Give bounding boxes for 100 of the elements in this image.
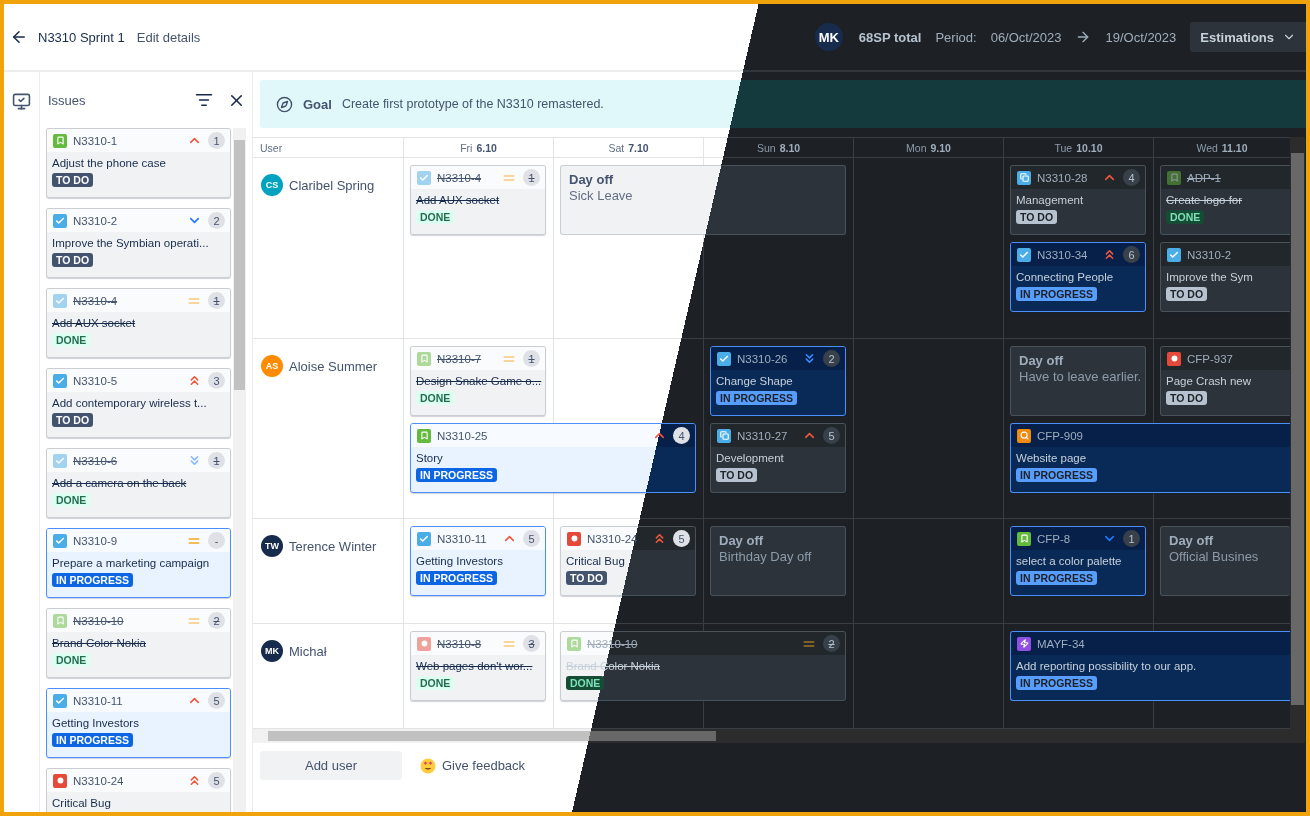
issue-card[interactable]: N3310-11 5 Getting Investors IN PROGRESS [410, 526, 546, 596]
issue-card[interactable]: CFP-8 1 select a color palette IN PROGRESS [1010, 526, 1146, 596]
bookmark-icon [1017, 531, 1031, 546]
issue-card[interactable]: N3310-10 2 Brand Color Nokia DONE [46, 608, 231, 678]
issue-title: Connecting People [1016, 271, 1114, 283]
issue-card[interactable]: CFP-909 Website page IN PROGRESS [1010, 423, 1290, 493]
edit-details-link[interactable]: Edit details [134, 27, 203, 47]
status-lozenge: DONE [52, 653, 91, 667]
checkbox-icon [53, 693, 67, 708]
issue-card[interactable]: N3310-7 1 Design Snake Game o... DONE [410, 346, 546, 416]
status-lozenge: DONE [1166, 210, 1205, 224]
issue-key: N3310-2 [73, 214, 118, 227]
give-feedback-link[interactable]: Give feedback [420, 757, 526, 774]
issue-key: N3310-8 [437, 637, 482, 650]
story-points: 4 [673, 427, 690, 444]
user-avatar: TW [261, 535, 283, 557]
issue-card[interactable]: CFP-937 Page Crash new TO DO [1160, 346, 1290, 416]
status-lozenge: IN PROGRESS [52, 733, 133, 747]
bookmark-icon [1167, 170, 1181, 185]
add-user-button[interactable]: Add user [260, 751, 402, 780]
checkbox-icon [417, 170, 431, 185]
issue-key: CFP-937 [1187, 352, 1234, 365]
issue-key: N3310-2 [1187, 248, 1232, 261]
issue-key: N3310-9 [73, 534, 118, 547]
story-points: 1 [523, 169, 540, 186]
checkbox-icon [1167, 247, 1181, 262]
issue-key: N3310-5 [73, 374, 118, 387]
issue-title: Add reporting possibility to our app. [1016, 660, 1197, 672]
status-lozenge: IN PROGRESS [1016, 468, 1097, 482]
status-lozenge: TO DO [566, 571, 608, 585]
issue-card[interactable]: N3310-2 2 Improve the Symbian operati... TO DO [46, 208, 231, 278]
story-points: 1 [208, 132, 225, 149]
bookmark-icon [53, 133, 67, 148]
story-points: 2 [208, 212, 225, 229]
issue-title: Change Shape [716, 375, 793, 387]
date-label: 11.10 [1221, 141, 1248, 154]
story-points: 1 [208, 452, 225, 469]
issue-card[interactable]: N3310-27 5 Development TO DO [710, 423, 846, 493]
issue-card[interactable]: N3310-1 1 Adjust the phone case TO DO [46, 128, 231, 198]
checkbox-icon [53, 213, 67, 228]
estimations-dropdown[interactable]: Estimations [1190, 22, 1306, 52]
vertical-scrollbar[interactable] [1290, 137, 1305, 743]
user-name: Claribel Spring [289, 178, 375, 193]
story-points: 6 [1123, 246, 1140, 263]
weekday-label: Sun [756, 141, 776, 154]
issue-card[interactable]: N3310-8 3 Web pages don't wor... DONE [410, 631, 546, 701]
day-off-title: Day off [1019, 353, 1065, 368]
issue-card[interactable]: N3310-24 5 Critical Bug [46, 768, 231, 812]
filter-icon[interactable] [195, 91, 213, 109]
issue-title: Brand Color Nokia [52, 637, 146, 649]
story-points: 3 [208, 372, 225, 389]
heart-eyes-icon [420, 757, 436, 774]
issue-card[interactable]: N3310-11 5 Getting Investors IN PROGRESS [46, 688, 231, 758]
issue-key: N3310-4 [73, 294, 118, 307]
checkbox-icon [417, 531, 431, 546]
horizontal-scrollbar[interactable] [253, 729, 1290, 743]
weekday-label: Fri [460, 141, 473, 154]
status-lozenge: IN PROGRESS [416, 468, 497, 482]
issue-card[interactable]: N3310-34 6 Connecting People IN PROGRESS [1010, 242, 1146, 312]
checkbox-icon [53, 533, 67, 548]
issue-card[interactable]: MAYF-34 Add reporting possibility to our app. IN PROGRESS [1010, 631, 1290, 701]
magnifier-icon [1017, 428, 1031, 443]
status-lozenge: IN PROGRESS [1016, 287, 1097, 301]
issue-title: Improve the Symbian operati... [52, 237, 209, 249]
status-lozenge: IN PROGRESS [1016, 571, 1097, 585]
status-lozenge: DONE [566, 676, 605, 690]
issue-key: MAYF-34 [1037, 637, 1085, 650]
weekday-label: Tue [1054, 141, 1073, 154]
issue-card[interactable]: N3310-26 2 Change Shape IN PROGRESS [710, 346, 846, 416]
checkbox-icon [717, 351, 731, 366]
monitor-icon[interactable] [12, 92, 31, 112]
issue-card[interactable]: N3310-6 1 Add a camera on the back DONE [46, 448, 231, 518]
issue-key: N3310-6 [73, 454, 118, 467]
period-label: Period: [935, 29, 977, 45]
sprint-title: N3310 Sprint 1 [38, 29, 125, 45]
issue-card[interactable]: N3310-5 3 Add contemporary wireless t... TO DO [46, 368, 231, 438]
issue-card[interactable]: N3310-25 4 Story IN PROGRESS [410, 423, 696, 493]
issue-key: N3310-10 [73, 614, 124, 627]
status-lozenge: IN PROGRESS [716, 391, 797, 405]
story-points: 1 [523, 350, 540, 367]
issue-title: Critical Bug [566, 555, 625, 567]
date-label: 9.10 [930, 141, 951, 154]
issue-card[interactable]: N3310-9 - Prepare a marketing campaign IN PROGRESS [46, 528, 231, 598]
issue-key: N3310-28 [1037, 171, 1088, 184]
scrollbar[interactable] [233, 128, 246, 812]
issue-card[interactable]: ADP-1 Create logo for DONE [1160, 165, 1290, 235]
issue-key: N3310-11 [437, 532, 487, 545]
start-date: 06/Oct/2023 [990, 29, 1062, 45]
issue-title: Adjust the phone case [52, 157, 166, 169]
issue-title: Development [716, 452, 784, 464]
back-arrow-icon[interactable] [10, 28, 28, 46]
issue-card[interactable]: N3310-2 Improve the Sym TO DO [1160, 242, 1290, 312]
status-lozenge: TO DO [716, 468, 758, 482]
end-date: 19/Oct/2023 [1105, 29, 1177, 45]
bookmark-icon [417, 351, 431, 366]
issue-title: Add a camera on the back [52, 477, 187, 489]
issue-card[interactable]: N3310-4 1 Add AUX socket DONE [46, 288, 231, 358]
issue-card[interactable]: N3310-28 4 Management TO DO [1010, 165, 1146, 235]
issue-card[interactable]: N3310-4 1 Add AUX socket DONE [410, 165, 546, 235]
status-lozenge: DONE [416, 391, 455, 405]
